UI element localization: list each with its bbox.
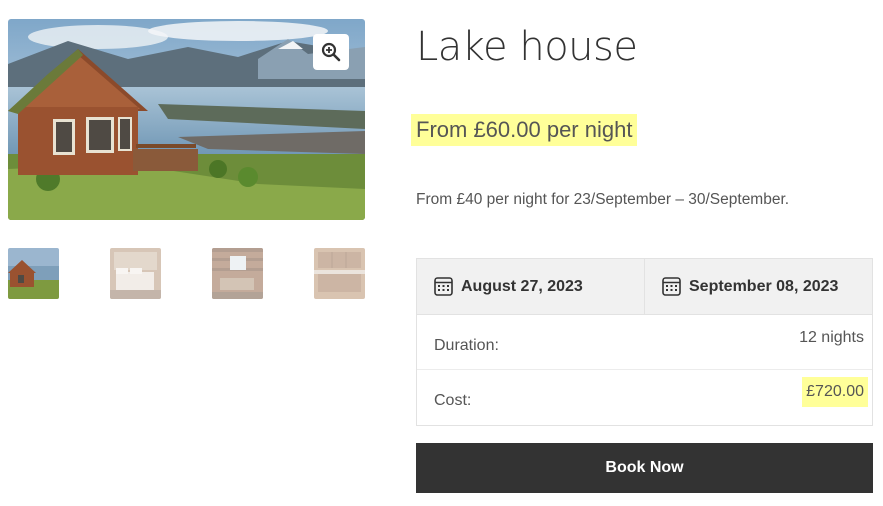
end-date-value: September 08, 2023 — [689, 277, 839, 295]
cost-value: £720.00 — [802, 377, 868, 407]
end-date-picker[interactable]: September 08, 2023 — [644, 259, 872, 314]
product-title: Lake house — [416, 24, 638, 70]
zoom-button[interactable] — [313, 34, 349, 70]
product-price: From £60.00 per night — [411, 114, 638, 146]
calendar-icon — [662, 277, 681, 296]
thumbnail-exterior[interactable] — [8, 248, 59, 299]
magnifier-plus-icon — [321, 42, 341, 62]
duration-value: 12 nights — [799, 329, 864, 346]
thumbnail-kitchen[interactable] — [314, 248, 365, 299]
duration-label: Duration: — [434, 337, 499, 354]
date-range: August 27, 2023 September 08, 2023 — [417, 259, 872, 315]
thumbnail-strip — [8, 248, 365, 300]
book-now-button[interactable]: Book Now — [416, 443, 873, 493]
lake-house-photo — [8, 19, 365, 220]
start-date-picker[interactable]: August 27, 2023 — [417, 259, 644, 314]
product-gallery — [8, 19, 365, 299]
start-date-value: August 27, 2023 — [461, 277, 583, 295]
booking-form: August 27, 2023 September 08, 2023 Durat… — [416, 258, 873, 426]
cost-label: Cost: — [434, 392, 472, 409]
thumbnail-bedroom[interactable] — [110, 248, 161, 299]
cost-row: Cost: £720.00 — [417, 370, 872, 425]
thumbnail-cabin-interior[interactable] — [212, 248, 263, 299]
duration-row: Duration: 12 nights — [417, 315, 872, 370]
main-product-image[interactable] — [8, 19, 365, 220]
seasonal-price-note: From £40 per night for 23/September – 30… — [416, 191, 790, 208]
calendar-icon — [434, 277, 453, 296]
